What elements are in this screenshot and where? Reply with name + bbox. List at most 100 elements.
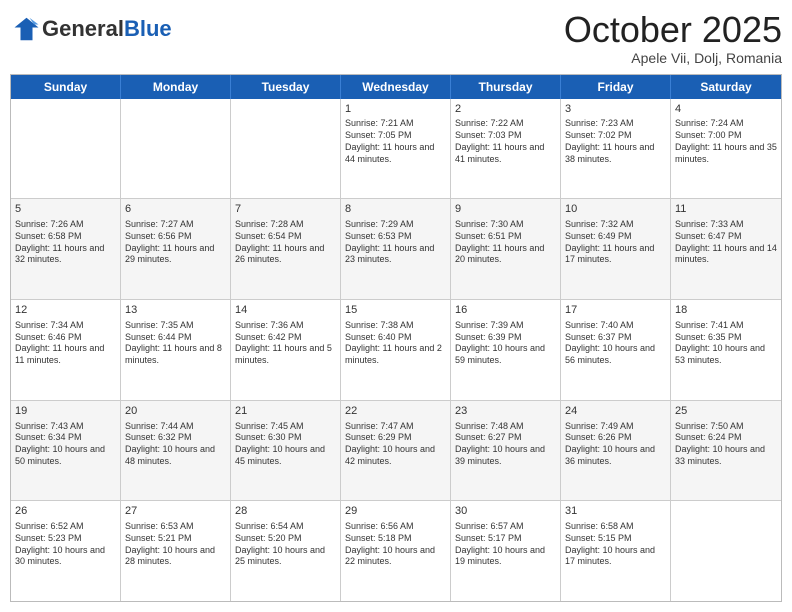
cell-r3-c6: 25Sunrise: 7:50 AM Sunset: 6:24 PM Dayli… (671, 401, 781, 501)
logo-general: General (42, 16, 124, 41)
calendar-row-0: 1Sunrise: 7:21 AM Sunset: 7:05 PM Daylig… (11, 99, 781, 200)
header-tuesday: Tuesday (231, 75, 341, 99)
day-number: 3 (565, 102, 666, 117)
logo-blue: Blue (124, 16, 172, 41)
header-sunday: Sunday (11, 75, 121, 99)
calendar-row-2: 12Sunrise: 7:34 AM Sunset: 6:46 PM Dayli… (11, 300, 781, 401)
cell-r1-c5: 10 Sunrise: 7:32 AM Sunset: 6:49 PM Dayli… (561, 199, 671, 299)
day-info: Sunrise: 6:56 AM Sunset: 5:18 PM Dayligh… (345, 521, 446, 568)
header-friday: Friday (561, 75, 671, 99)
cell-r1-c6: 11 Sunrise: 7:33 AM Sunset: 6:47 PM Dayli… (671, 199, 781, 299)
day-info: Sunrise: 7:24 AM Sunset: 7:00 PM Dayligh… (675, 118, 777, 165)
day-info: Sunrise: 7:39 AM Sunset: 6:39 PM Dayligh… (455, 320, 556, 367)
cell-r1-c3: 8 Sunrise: 7:29 AM Sunset: 6:53 PM Daylig… (341, 199, 451, 299)
day-info: Sunrise: 7:34 AM Sunset: 6:46 PM Dayligh… (15, 320, 116, 367)
cell-r3-c2: 21Sunrise: 7:45 AM Sunset: 6:30 PM Dayli… (231, 401, 341, 501)
day-number: 18 (675, 303, 777, 318)
day-info: Sunrise: 7:29 AM Sunset: 6:53 PM Dayligh… (345, 219, 446, 266)
day-info: Sunrise: 6:58 AM Sunset: 5:15 PM Dayligh… (565, 521, 666, 568)
calendar-row-1: 5 Sunrise: 7:26 AM Sunset: 6:58 PM Daylig… (11, 199, 781, 300)
logo-icon (10, 14, 40, 44)
cell-r0-c2 (231, 99, 341, 199)
day-number: 15 (345, 303, 446, 318)
day-number: 26 (15, 504, 116, 519)
cell-r2-c4: 16 Sunrise: 7:39 AM Sunset: 6:39 PM Dayli… (451, 300, 561, 400)
day-info: Sunrise: 7:35 AM Sunset: 6:44 PM Dayligh… (125, 320, 226, 367)
day-number: 31 (565, 504, 666, 519)
day-info: Sunrise: 7:48 AM Sunset: 6:27 PM Dayligh… (455, 421, 556, 468)
cell-r3-c0: 19 Sunrise: 7:43 AM Sunset: 6:34 PM Dayli… (11, 401, 121, 501)
header-saturday: Saturday (671, 75, 781, 99)
day-number: 5 (15, 202, 116, 217)
cell-r4-c1: 27 Sunrise: 6:53 AM Sunset: 5:21 PM Dayli… (121, 501, 231, 601)
day-info: Sunrise: 6:52 AM Sunset: 5:23 PM Dayligh… (15, 521, 116, 568)
calendar-row-4: 26 Sunrise: 6:52 AM Sunset: 5:23 PM Dayli… (11, 501, 781, 601)
day-number: 8 (345, 202, 446, 217)
day-number: 13 (125, 303, 226, 318)
day-info: Sunrise: 7:43 AM Sunset: 6:34 PM Dayligh… (15, 421, 116, 468)
day-number: 28 (235, 504, 336, 519)
header: GeneralBlue October 2025 Apele Vii, Dolj… (10, 10, 782, 66)
day-info: Sunrise: 7:22 AM Sunset: 7:03 PM Dayligh… (455, 118, 556, 165)
logo-text: GeneralBlue (42, 18, 172, 40)
day-info: Sunrise: 7:27 AM Sunset: 6:56 PM Dayligh… (125, 219, 226, 266)
day-info: Sunrise: 6:53 AM Sunset: 5:21 PM Dayligh… (125, 521, 226, 568)
day-info: Sunrise: 7:32 AM Sunset: 6:49 PM Dayligh… (565, 219, 666, 266)
day-number: 16 (455, 303, 556, 318)
cell-r4-c5: 31 Sunrise: 6:58 AM Sunset: 5:15 PM Dayli… (561, 501, 671, 601)
day-number: 23 (455, 404, 556, 419)
subtitle: Apele Vii, Dolj, Romania (564, 50, 782, 66)
calendar-row-3: 19 Sunrise: 7:43 AM Sunset: 6:34 PM Dayli… (11, 401, 781, 502)
cell-r1-c0: 5 Sunrise: 7:26 AM Sunset: 6:58 PM Daylig… (11, 199, 121, 299)
day-number: 14 (235, 303, 336, 318)
cell-r3-c5: 24 Sunrise: 7:49 AM Sunset: 6:26 PM Dayli… (561, 401, 671, 501)
cell-r2-c5: 17Sunrise: 7:40 AM Sunset: 6:37 PM Dayli… (561, 300, 671, 400)
day-info: Sunrise: 7:50 AM Sunset: 6:24 PM Dayligh… (675, 421, 777, 468)
day-number: 7 (235, 202, 336, 217)
cell-r4-c0: 26 Sunrise: 6:52 AM Sunset: 5:23 PM Dayli… (11, 501, 121, 601)
cell-r2-c0: 12Sunrise: 7:34 AM Sunset: 6:46 PM Dayli… (11, 300, 121, 400)
day-number: 21 (235, 404, 336, 419)
day-number: 24 (565, 404, 666, 419)
cell-r0-c0 (11, 99, 121, 199)
cell-r0-c3: 1Sunrise: 7:21 AM Sunset: 7:05 PM Daylig… (341, 99, 451, 199)
day-number: 4 (675, 102, 777, 117)
day-info: Sunrise: 7:36 AM Sunset: 6:42 PM Dayligh… (235, 320, 336, 367)
day-number: 19 (15, 404, 116, 419)
day-info: Sunrise: 6:54 AM Sunset: 5:20 PM Dayligh… (235, 521, 336, 568)
day-info: Sunrise: 7:33 AM Sunset: 6:47 PM Dayligh… (675, 219, 777, 266)
day-number: 27 (125, 504, 226, 519)
header-thursday: Thursday (451, 75, 561, 99)
header-monday: Monday (121, 75, 231, 99)
cell-r0-c6: 4Sunrise: 7:24 AM Sunset: 7:00 PM Daylig… (671, 99, 781, 199)
day-number: 29 (345, 504, 446, 519)
day-number: 11 (675, 202, 777, 217)
cell-r2-c2: 14 Sunrise: 7:36 AM Sunset: 6:42 PM Dayli… (231, 300, 341, 400)
day-number: 17 (565, 303, 666, 318)
day-info: Sunrise: 7:44 AM Sunset: 6:32 PM Dayligh… (125, 421, 226, 468)
day-info: Sunrise: 7:47 AM Sunset: 6:29 PM Dayligh… (345, 421, 446, 468)
cell-r1-c4: 9Sunrise: 7:30 AM Sunset: 6:51 PM Daylig… (451, 199, 561, 299)
day-info: Sunrise: 7:38 AM Sunset: 6:40 PM Dayligh… (345, 320, 446, 367)
logo: GeneralBlue (10, 14, 172, 44)
cell-r1-c2: 7 Sunrise: 7:28 AM Sunset: 6:54 PM Daylig… (231, 199, 341, 299)
calendar-header: Sunday Monday Tuesday Wednesday Thursday… (11, 75, 781, 99)
day-number: 1 (345, 102, 446, 117)
page: GeneralBlue October 2025 Apele Vii, Dolj… (0, 0, 792, 612)
day-info: Sunrise: 7:26 AM Sunset: 6:58 PM Dayligh… (15, 219, 116, 266)
calendar-body: 1Sunrise: 7:21 AM Sunset: 7:05 PM Daylig… (11, 99, 781, 601)
cell-r4-c3: 29 Sunrise: 6:56 AM Sunset: 5:18 PM Dayli… (341, 501, 451, 601)
cell-r4-c4: 30Sunrise: 6:57 AM Sunset: 5:17 PM Dayli… (451, 501, 561, 601)
day-info: Sunrise: 7:21 AM Sunset: 7:05 PM Dayligh… (345, 118, 446, 165)
cell-r2-c3: 15 Sunrise: 7:38 AM Sunset: 6:40 PM Dayli… (341, 300, 451, 400)
day-number: 10 (565, 202, 666, 217)
day-info: Sunrise: 7:49 AM Sunset: 6:26 PM Dayligh… (565, 421, 666, 468)
month-title: October 2025 (564, 10, 782, 50)
header-wednesday: Wednesday (341, 75, 451, 99)
day-info: Sunrise: 7:28 AM Sunset: 6:54 PM Dayligh… (235, 219, 336, 266)
day-info: Sunrise: 7:23 AM Sunset: 7:02 PM Dayligh… (565, 118, 666, 165)
day-number: 22 (345, 404, 446, 419)
day-number: 30 (455, 504, 556, 519)
cell-r3-c1: 20Sunrise: 7:44 AM Sunset: 6:32 PM Dayli… (121, 401, 231, 501)
cell-r1-c1: 6Sunrise: 7:27 AM Sunset: 6:56 PM Daylig… (121, 199, 231, 299)
